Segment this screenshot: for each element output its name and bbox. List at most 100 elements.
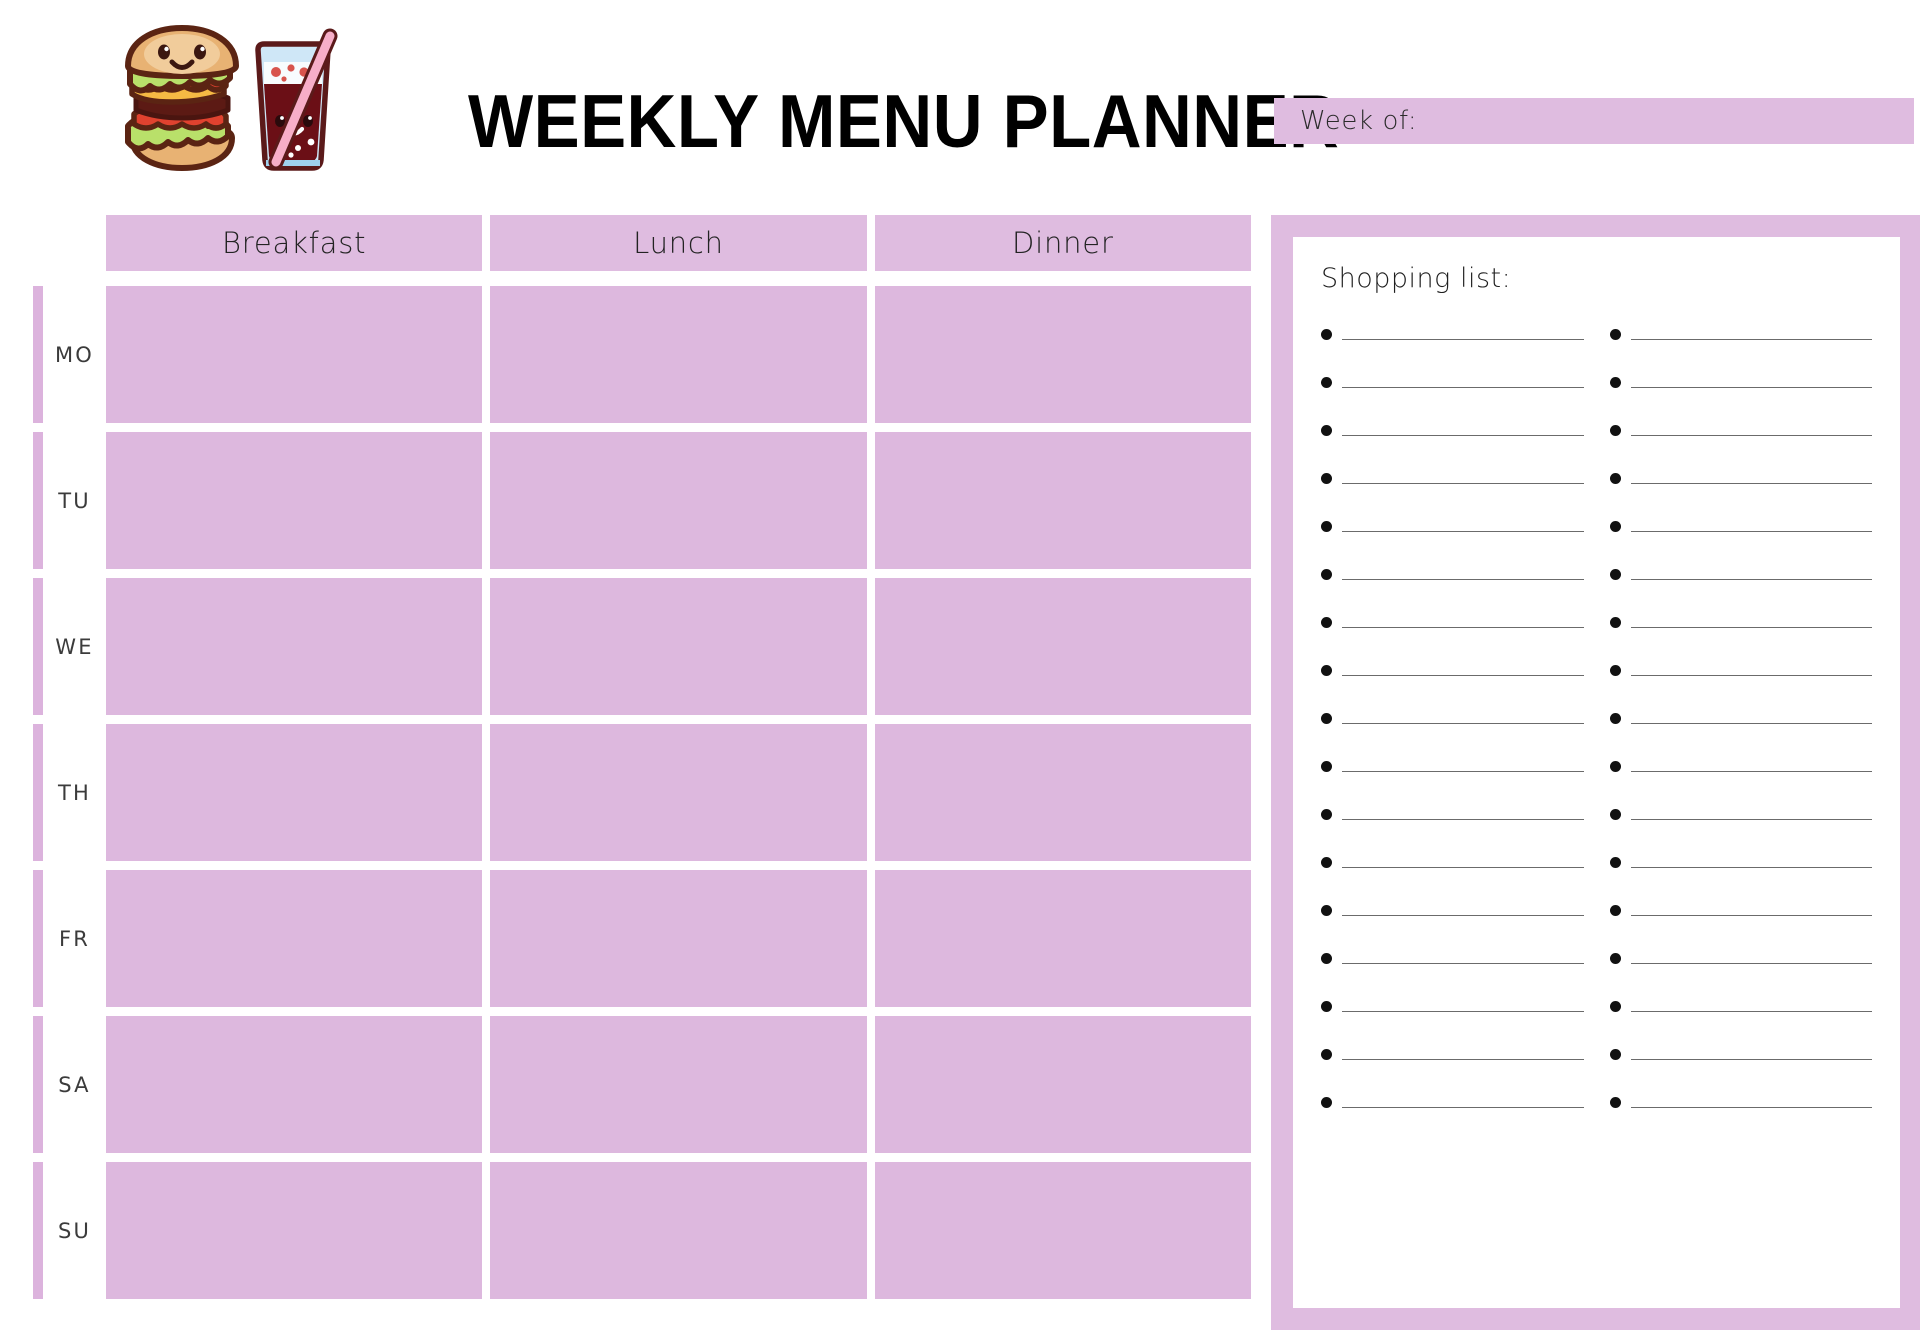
table-row: SU [0,1162,1255,1299]
bullet-icon [1321,328,1332,340]
shopping-list-write-line[interactable] [1630,626,1872,628]
shopping-list-item[interactable] [1609,742,1872,790]
shopping-list-item[interactable] [1321,790,1584,838]
shopping-list-item[interactable] [1609,454,1872,502]
shopping-list-item[interactable] [1321,934,1584,982]
shopping-list-write-line[interactable] [1630,962,1872,964]
shopping-list-item[interactable] [1321,550,1584,598]
shopping-list-item[interactable] [1321,1078,1584,1126]
day-label-su: SU [57,1218,92,1243]
menu-cell-th-dinner[interactable] [874,724,1251,861]
menu-cell-sa-breakfast[interactable] [106,1016,483,1153]
shopping-list-item[interactable] [1321,454,1584,502]
shopping-list-write-line[interactable] [1630,482,1872,484]
shopping-list-item[interactable] [1321,694,1584,742]
shopping-list-item[interactable] [1321,646,1584,694]
shopping-list-item[interactable] [1609,694,1872,742]
shopping-list-write-line[interactable] [1630,914,1872,916]
shopping-list-write-line[interactable] [1342,866,1584,868]
shopping-list-item[interactable] [1321,502,1584,550]
menu-cell-fr-dinner[interactable] [874,870,1251,1007]
week-of-label: Week of: [1300,106,1418,136]
shopping-list-item[interactable] [1609,982,1872,1030]
shopping-list-item[interactable] [1321,406,1584,454]
shopping-list-write-line[interactable] [1630,1058,1872,1060]
shopping-list-write-line[interactable] [1342,674,1584,676]
shopping-list-write-line[interactable] [1630,386,1872,388]
menu-cell-tu-dinner[interactable] [874,432,1251,569]
menu-cell-su-lunch[interactable] [490,1162,867,1299]
shopping-list-item[interactable] [1609,886,1872,934]
shopping-list-item[interactable] [1609,598,1872,646]
shopping-list-item[interactable] [1609,646,1872,694]
menu-column-headers: Breakfast Lunch Dinner [106,215,1251,271]
bullet-icon [1609,952,1621,964]
menu-cell-fr-breakfast[interactable] [106,870,483,1007]
menu-cell-tu-lunch[interactable] [490,432,867,569]
shopping-list-write-line[interactable] [1630,578,1872,580]
shopping-list-item[interactable] [1321,838,1584,886]
shopping-list-item[interactable] [1321,358,1584,406]
shopping-list-write-line[interactable] [1342,962,1584,964]
weekly-menu-grid: Breakfast Lunch Dinner MO TU WE TH FR SA… [0,215,1255,1330]
shopping-list-item[interactable] [1609,310,1872,358]
shopping-list-write-line[interactable] [1342,914,1584,916]
shopping-list-write-line[interactable] [1630,338,1872,340]
shopping-list-item[interactable] [1609,1078,1872,1126]
shopping-list-write-line[interactable] [1630,1010,1872,1012]
shopping-list-write-line[interactable] [1630,434,1872,436]
menu-cell-sa-dinner[interactable] [874,1016,1251,1153]
shopping-list-write-line[interactable] [1342,386,1584,388]
day-accent-bar [33,432,43,569]
shopping-list-item[interactable] [1609,550,1872,598]
menu-cell-we-breakfast[interactable] [106,578,483,715]
shopping-list-item[interactable] [1321,1030,1584,1078]
shopping-list-write-line[interactable] [1342,1058,1584,1060]
menu-cell-mo-lunch[interactable] [490,286,867,423]
shopping-list-write-line[interactable] [1342,770,1584,772]
shopping-list-write-line[interactable] [1630,674,1872,676]
menu-cell-mo-dinner[interactable] [874,286,1251,423]
shopping-list-write-line[interactable] [1630,866,1872,868]
shopping-list-write-line[interactable] [1342,722,1584,724]
menu-cell-tu-breakfast[interactable] [106,432,483,569]
menu-cell-su-dinner[interactable] [874,1162,1251,1299]
shopping-list-write-line[interactable] [1342,338,1584,340]
shopping-list-write-line[interactable] [1342,1106,1584,1108]
shopping-list-item[interactable] [1321,982,1584,1030]
bullet-icon [1321,568,1332,580]
shopping-list-item[interactable] [1609,790,1872,838]
shopping-list-write-line[interactable] [1342,434,1584,436]
shopping-list-write-line[interactable] [1630,818,1872,820]
shopping-list-write-line[interactable] [1342,578,1584,580]
shopping-list-write-line[interactable] [1342,1010,1584,1012]
shopping-list-item[interactable] [1321,742,1584,790]
shopping-list-write-line[interactable] [1630,530,1872,532]
shopping-list-item[interactable] [1321,310,1584,358]
shopping-list-item[interactable] [1609,406,1872,454]
shopping-list-item[interactable] [1609,1030,1872,1078]
shopping-list-inner: Shopping list: [1293,237,1900,1308]
shopping-list-write-line[interactable] [1342,818,1584,820]
menu-cell-th-lunch[interactable] [490,724,867,861]
shopping-list-item[interactable] [1609,358,1872,406]
menu-cell-we-dinner[interactable] [874,578,1251,715]
menu-cell-th-breakfast[interactable] [106,724,483,861]
shopping-list-write-line[interactable] [1630,1106,1872,1108]
menu-cell-su-breakfast[interactable] [106,1162,483,1299]
shopping-list-write-line[interactable] [1630,722,1872,724]
menu-cell-mo-breakfast[interactable] [106,286,483,423]
shopping-list-item[interactable] [1609,502,1872,550]
shopping-list-write-line[interactable] [1342,482,1584,484]
shopping-list-write-line[interactable] [1342,626,1584,628]
shopping-list-write-line[interactable] [1342,530,1584,532]
shopping-list-item[interactable] [1321,886,1584,934]
menu-cell-sa-lunch[interactable] [490,1016,867,1153]
week-of-banner[interactable]: Week of: [1274,98,1914,144]
menu-cell-fr-lunch[interactable] [490,870,867,1007]
shopping-list-item[interactable] [1321,598,1584,646]
shopping-list-item[interactable] [1609,934,1872,982]
shopping-list-write-line[interactable] [1630,770,1872,772]
menu-cell-we-lunch[interactable] [490,578,867,715]
shopping-list-item[interactable] [1609,838,1872,886]
